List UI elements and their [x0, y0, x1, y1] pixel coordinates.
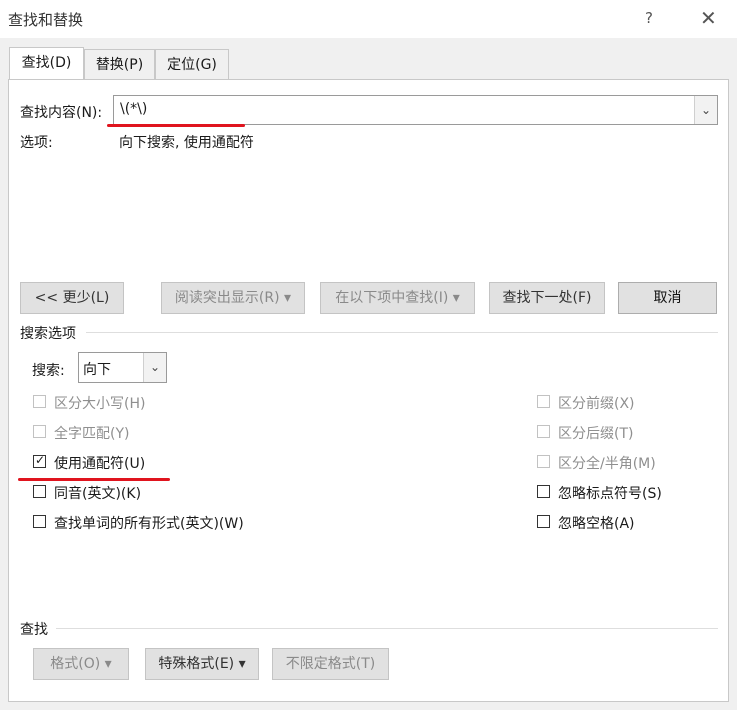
search-direction-label: 搜索:	[32, 363, 65, 379]
find-replace-dialog: 查找和替换 ? ✕ 查找(D) 替换(P) 定位(G) 查找内容(N): \(*…	[0, 0, 737, 710]
title-bar: 查找和替换 ? ✕	[0, 0, 737, 38]
find-what-label: 查找内容(N):	[20, 105, 103, 121]
all-word-forms-label: 查找单词的所有形式(英文)(W)	[54, 516, 244, 532]
ignore-punctuation-checkbox[interactable]	[537, 485, 550, 498]
search-options-heading: 搜索选项	[20, 326, 76, 342]
match-case-checkbox[interactable]	[33, 395, 46, 408]
find-what-value: \(*\)	[120, 101, 148, 117]
find-section-heading: 查找	[20, 622, 48, 638]
divider	[86, 332, 718, 333]
match-prefix-label: 区分前缀(X)	[558, 396, 635, 412]
ignore-whitespace-label: 忽略空格(A)	[558, 516, 635, 532]
whole-word-label: 全字匹配(Y)	[54, 426, 130, 442]
use-wildcards-checkbox[interactable]: ✓	[33, 453, 46, 468]
divider	[56, 628, 718, 629]
match-case-label: 区分大小写(H)	[54, 396, 146, 412]
reading-highlight-button[interactable]: 阅读突出显示(R) ▾	[161, 282, 305, 314]
whole-word-checkbox[interactable]	[33, 425, 46, 438]
tab-replace-label: 替换(P)	[95, 57, 144, 73]
tab-find[interactable]: 查找(D)	[9, 47, 84, 79]
search-direction-select[interactable]: 向下 ⌄	[78, 352, 167, 383]
tab-replace[interactable]: 替换(P)	[84, 49, 155, 79]
sounds-like-label: 同音(英文)(K)	[54, 486, 142, 502]
checkmark-icon: ✓	[35, 453, 46, 467]
close-icon[interactable]: ✕	[700, 6, 717, 30]
match-suffix-label: 区分后缀(T)	[558, 426, 634, 442]
tab-panel	[8, 79, 729, 702]
all-word-forms-checkbox[interactable]	[33, 515, 46, 528]
no-formatting-button[interactable]: 不限定格式(T)	[272, 648, 389, 680]
match-width-label: 区分全/半角(M)	[558, 456, 656, 472]
match-suffix-checkbox[interactable]	[537, 425, 550, 438]
options-value: 向下搜索, 使用通配符	[119, 135, 254, 151]
find-what-input[interactable]: \(*\) ⌄	[113, 95, 718, 125]
search-direction-value: 向下	[83, 362, 111, 378]
tab-goto[interactable]: 定位(G)	[155, 49, 229, 79]
format-button[interactable]: 格式(O) ▾	[33, 648, 129, 680]
options-label: 选项:	[20, 135, 53, 151]
use-wildcards-label: 使用通配符(U)	[54, 456, 146, 472]
sounds-like-checkbox[interactable]	[33, 485, 46, 498]
tab-goto-label: 定位(G)	[167, 57, 217, 73]
match-width-checkbox[interactable]	[537, 455, 550, 468]
annotation-underline-wildcards	[18, 478, 170, 481]
chevron-down-icon[interactable]: ⌄	[694, 96, 717, 124]
less-button[interactable]: << 更少(L)	[20, 282, 124, 314]
find-next-button[interactable]: 查找下一处(F)	[489, 282, 605, 314]
ignore-whitespace-checkbox[interactable]	[537, 515, 550, 528]
cancel-button[interactable]: 取消	[618, 282, 717, 314]
find-in-button[interactable]: 在以下项中查找(I) ▾	[320, 282, 475, 314]
ignore-punctuation-label: 忽略标点符号(S)	[558, 486, 662, 502]
help-icon[interactable]: ?	[645, 9, 653, 27]
annotation-underline-find	[107, 124, 245, 127]
chevron-down-icon[interactable]: ⌄	[143, 353, 166, 382]
tab-find-label: 查找(D)	[21, 55, 72, 71]
special-format-button[interactable]: 特殊格式(E) ▾	[145, 648, 259, 680]
window-title: 查找和替换	[8, 11, 84, 29]
match-prefix-checkbox[interactable]	[537, 395, 550, 408]
